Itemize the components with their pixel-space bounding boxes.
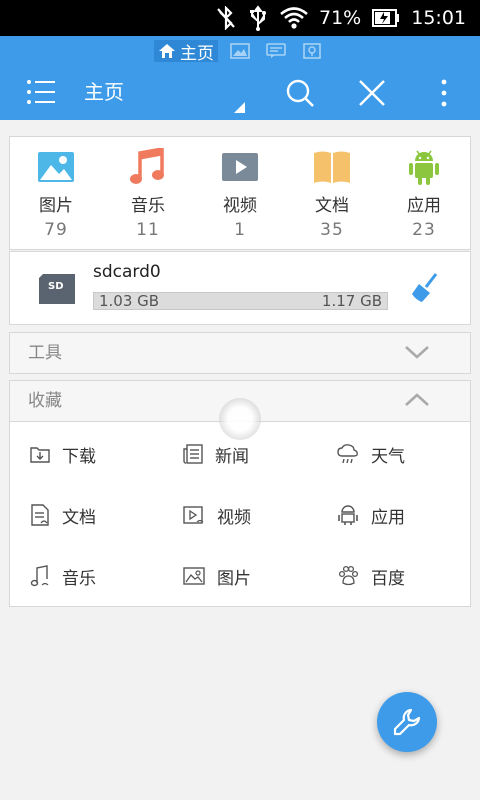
favorite-item-weather[interactable]: 天气 — [337, 440, 405, 468]
category-apps[interactable]: 应用 23 — [378, 137, 470, 249]
category-music[interactable]: 音乐 11 — [102, 137, 194, 249]
favorite-item-video[interactable]: 视频 — [183, 501, 251, 529]
home-icon — [159, 44, 175, 58]
wifi-icon — [280, 7, 308, 29]
chevron-up-icon — [405, 393, 429, 406]
usb-icon — [250, 5, 266, 31]
svg-text:SD: SD — [48, 281, 64, 292]
video-icon — [183, 506, 204, 524]
favorite-item-baidu[interactable]: 百度 — [337, 562, 405, 590]
storage-used: 1.03 GB — [99, 292, 160, 310]
clean-button[interactable] — [410, 272, 440, 308]
favorite-label: 新闻 — [215, 446, 249, 467]
category-documents[interactable]: 文档 35 — [286, 137, 378, 249]
dropdown-corner-indicator — [234, 102, 245, 113]
search-icon — [286, 79, 314, 107]
app-bar: 主页 主页 — [0, 36, 480, 120]
close-icon — [359, 80, 385, 106]
favorite-label: 应用 — [371, 507, 405, 528]
more-options-button[interactable] — [427, 76, 461, 110]
broom-icon — [412, 273, 438, 302]
book-icon — [313, 149, 351, 185]
favorite-label: 文档 — [62, 507, 96, 528]
image-icon — [230, 43, 250, 59]
news-icon — [183, 444, 203, 464]
bluetooth-off-icon — [217, 6, 235, 30]
chat-icon — [266, 43, 286, 58]
menu-list-icon[interactable] — [26, 78, 56, 106]
wrench-icon — [393, 708, 421, 736]
window-tab-messages[interactable] — [262, 40, 290, 62]
battery-percent: 71% — [319, 7, 362, 29]
download-icon — [30, 447, 50, 463]
chevron-down-icon — [405, 346, 429, 359]
paw-icon — [338, 565, 359, 586]
favorite-item-documents[interactable]: 文档 — [30, 501, 96, 529]
category-label: 图片 — [39, 196, 73, 216]
sd-card-icon: SD — [39, 274, 75, 304]
network-icon — [303, 43, 321, 59]
category-video[interactable]: 视频 1 — [194, 137, 286, 249]
android-icon — [405, 149, 443, 185]
category-label: 文档 — [315, 196, 349, 216]
document-icon — [31, 504, 49, 526]
favorite-label: 百度 — [371, 568, 405, 589]
category-images[interactable]: 图片 79 — [10, 137, 102, 249]
page-title[interactable]: 主页 — [84, 78, 124, 106]
category-label: 视频 — [223, 196, 257, 216]
battery-charging-icon — [372, 9, 400, 27]
favorite-label: 图片 — [217, 568, 251, 589]
close-button[interactable] — [355, 76, 389, 110]
weather-cloud-icon — [337, 444, 358, 464]
category-label: 音乐 — [131, 196, 165, 216]
category-count: 1 — [234, 220, 246, 240]
category-card: 图片 79 音乐 11 视频 1 文档 35 应用 23 — [9, 136, 471, 250]
favorite-item-download[interactable]: 下载 — [30, 440, 96, 468]
window-tab-label: 主页 — [180, 43, 214, 64]
window-tab-home[interactable]: 主页 — [154, 40, 218, 64]
favorite-item-news[interactable]: 新闻 — [183, 440, 249, 468]
picture-icon — [183, 567, 205, 585]
favorite-item-music[interactable]: 音乐 — [30, 562, 96, 590]
music-note-icon — [129, 148, 167, 185]
more-vertical-icon — [441, 79, 447, 107]
storage-usage-bar: 1.03 GB 1.17 GB — [93, 292, 388, 310]
category-label: 应用 — [407, 196, 441, 216]
category-count: 79 — [44, 220, 68, 240]
music-icon — [30, 565, 49, 587]
section-title: 工具 — [28, 343, 62, 363]
category-count: 35 — [320, 220, 344, 240]
window-tabs: 主页 — [0, 40, 480, 64]
app-icon — [338, 505, 358, 525]
image-icon — [37, 149, 75, 185]
touch-ripple — [219, 398, 261, 440]
tools-fab-button[interactable] — [377, 692, 437, 752]
title-row: 主页 — [0, 66, 480, 118]
section-title: 收藏 — [28, 391, 62, 411]
favorite-label: 视频 — [217, 507, 251, 528]
favorites-grid: 下载 新闻 天气 文档 视频 应用 音乐 图片 百度 — [9, 422, 471, 607]
favorite-label: 天气 — [371, 446, 405, 467]
search-button[interactable] — [283, 76, 317, 110]
tools-section-header[interactable]: 工具 — [9, 332, 471, 374]
storage-card[interactable]: SD sdcard0 1.03 GB 1.17 GB — [9, 251, 471, 325]
window-tab-images[interactable] — [226, 40, 254, 62]
storage-total: 1.17 GB — [321, 292, 382, 310]
category-count: 23 — [412, 220, 436, 240]
favorite-label: 音乐 — [62, 568, 96, 589]
storage-name: sdcard0 — [93, 262, 161, 282]
favorite-label: 下载 — [62, 446, 96, 467]
window-tab-network[interactable] — [298, 40, 326, 62]
category-count: 11 — [136, 220, 160, 240]
favorite-item-pictures[interactable]: 图片 — [183, 562, 251, 590]
video-play-icon — [221, 149, 259, 185]
status-bar: 71% 15:01 — [0, 0, 480, 36]
favorite-item-apps[interactable]: 应用 — [337, 501, 405, 529]
clock: 15:01 — [411, 7, 466, 29]
